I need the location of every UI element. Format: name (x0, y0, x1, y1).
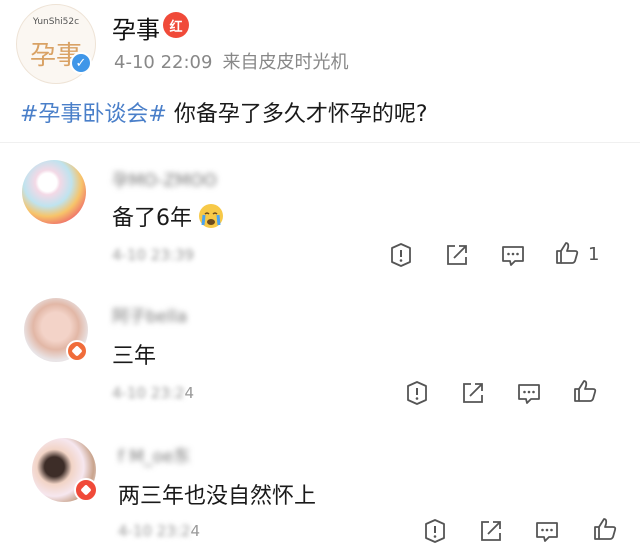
topic-link[interactable]: #孕事卧谈会# (20, 102, 167, 127)
comment-icon[interactable] (534, 518, 560, 544)
crying-face-icon (199, 204, 223, 228)
comment-username[interactable]: 孕MO-ZMOO (112, 166, 217, 191)
post-author-name[interactable]: 孕事 (112, 10, 160, 45)
report-icon[interactable] (388, 242, 414, 268)
comment-username[interactable]: 阿子bella (112, 302, 187, 327)
thumbs-up-icon[interactable] (592, 516, 618, 542)
comment-text-body: 备了6年 (112, 206, 192, 231)
member-badge-icon (74, 478, 98, 502)
like-count: 1 (588, 244, 600, 265)
divider (0, 142, 640, 143)
thumbs-up-icon[interactable] (554, 240, 580, 266)
post-source[interactable]: 来自皮皮时光机 (222, 52, 348, 73)
post-date: 4-10 22:09 (114, 52, 213, 73)
comment-icon[interactable] (500, 242, 526, 268)
share-icon[interactable] (444, 242, 470, 268)
verified-icon: ✓ (70, 52, 92, 74)
avatar-logo-text: YunShi52c (32, 17, 80, 27)
comment-avatar[interactable] (22, 160, 86, 224)
report-icon[interactable] (422, 518, 448, 544)
share-icon[interactable] (478, 518, 504, 544)
comment-time: 4-10 23:39 (112, 246, 195, 264)
comment-time: 4-10 23:24 (118, 522, 201, 540)
share-icon[interactable] (460, 380, 486, 406)
author-red-tag-icon: 红 (163, 12, 189, 38)
comment-time: 4-10 23:24 (112, 384, 195, 402)
comment-icon[interactable] (516, 380, 542, 406)
comment-text: 两三年也没自然怀上 (118, 484, 317, 509)
thumbs-up-icon[interactable] (572, 378, 598, 404)
member-badge-icon (66, 340, 88, 362)
post-question: 你备孕了多久才怀孕的呢? (166, 102, 428, 127)
post-meta: 4-10 22:09 来自皮皮时光机 (114, 48, 358, 74)
comment-username[interactable]: f M_oe东 (118, 442, 190, 467)
comment-text: 三年 (112, 344, 157, 369)
report-icon[interactable] (404, 380, 430, 406)
post-content: #孕事卧谈会# 你备孕了多久才怀孕的呢? (20, 96, 428, 128)
comment-text: 备了6年 (112, 200, 224, 232)
